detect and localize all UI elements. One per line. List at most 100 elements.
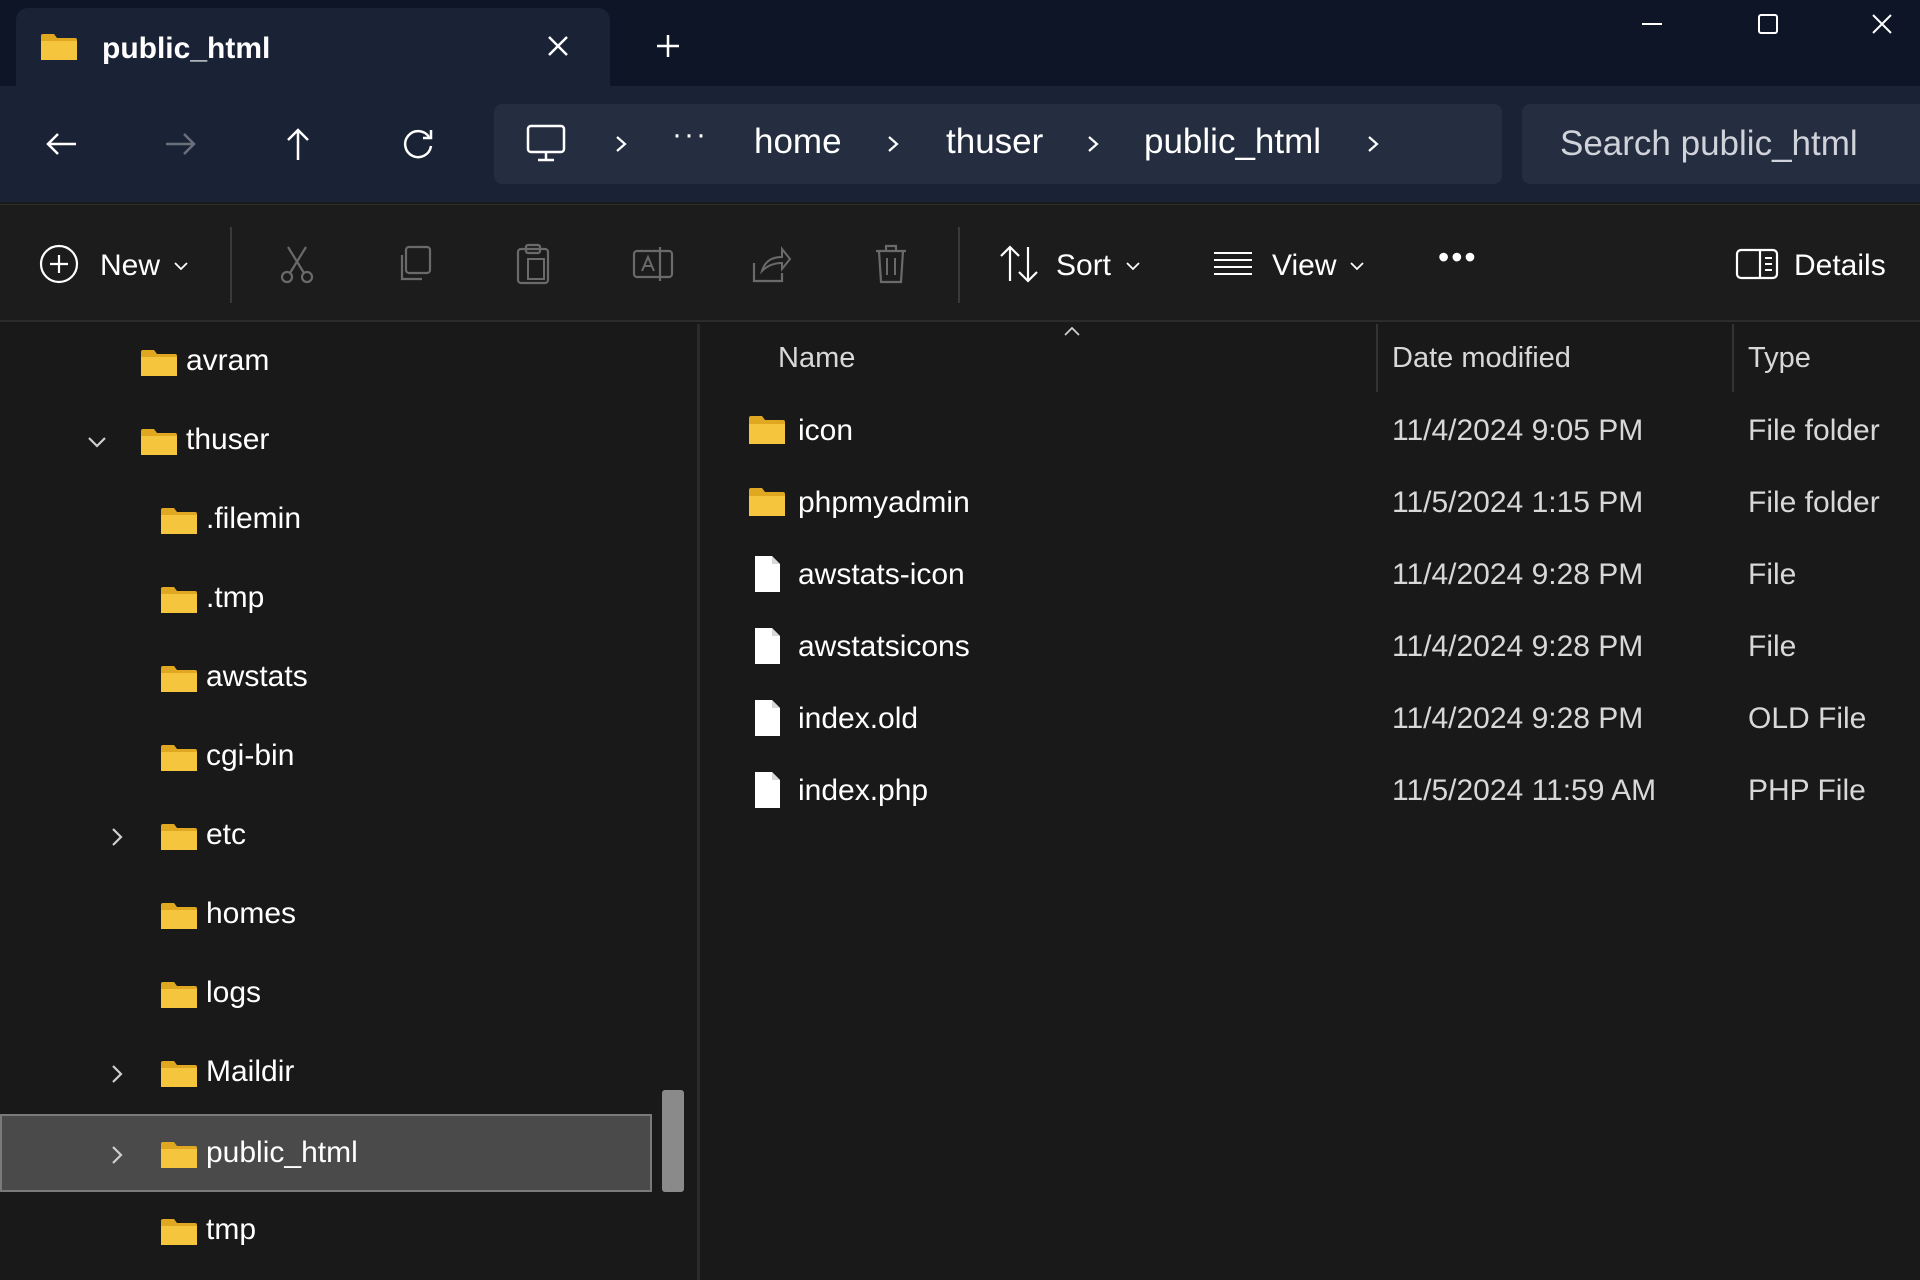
tree-item-label: cgi-bin	[206, 739, 295, 772]
file-row-index-php[interactable]: index.php 11/5/2024 11:59 AM PHP File	[704, 756, 1920, 828]
chevron-right-icon[interactable]	[106, 1144, 128, 1166]
chevron-right-icon[interactable]	[878, 128, 908, 160]
share-icon[interactable]	[748, 241, 794, 287]
view-list-icon[interactable]	[1210, 241, 1256, 287]
file-icon	[755, 700, 780, 736]
search-box[interactable]: Search public_html	[1522, 104, 1920, 184]
file-date: 11/4/2024 9:28 PM	[1392, 630, 1644, 663]
tree-item-label: avram	[186, 344, 270, 377]
column-header-date[interactable]: Date modified	[1392, 342, 1571, 375]
tree-item-maildir[interactable]: Maildir	[0, 1035, 652, 1113]
minimize-icon[interactable]	[1622, 8, 1682, 48]
breadcrumb-home[interactable]: home	[754, 122, 842, 162]
folder-icon	[161, 508, 197, 534]
file-type: File folder	[1748, 486, 1880, 519]
plus-circle-icon[interactable]	[36, 241, 82, 287]
tree-item-cgi-bin[interactable]: cgi-bin	[0, 719, 652, 797]
copy-icon[interactable]	[392, 241, 438, 287]
file-row-awstats-icon[interactable]: awstats-icon 11/4/2024 9:28 PM File	[704, 540, 1920, 612]
window-close-icon[interactable]	[1852, 8, 1912, 48]
arrow-left-icon	[46, 133, 76, 155]
file-icon	[755, 772, 780, 808]
details-pane-icon[interactable]	[1734, 241, 1780, 287]
arrow-up-icon	[287, 128, 309, 160]
tree-item-etc[interactable]: etc	[0, 798, 652, 876]
forward-button[interactable]	[152, 116, 208, 172]
close-tab-icon[interactable]	[538, 26, 578, 66]
breadcrumb-thuser[interactable]: thuser	[946, 122, 1043, 162]
chevron-right-icon[interactable]	[106, 1063, 128, 1085]
file-name: awstatsicons	[798, 630, 970, 663]
chevron-down-icon[interactable]	[172, 259, 190, 273]
file-row-icon[interactable]: icon 11/4/2024 9:05 PM File folder	[704, 396, 1920, 468]
up-button[interactable]	[270, 116, 326, 172]
file-row-phpmyadmin[interactable]: phpmyadmin 11/5/2024 1:15 PM File folder	[704, 468, 1920, 540]
tree-item-tmp[interactable]: tmp	[0, 1193, 652, 1271]
address-bar[interactable]: ··· home thuser public_html	[494, 104, 1502, 184]
column-divider[interactable]	[1732, 324, 1734, 392]
folder-icon	[161, 1061, 197, 1087]
navigation-pane: avram thuser .filemin .tmp awstats cgi-b…	[0, 324, 700, 1280]
folder-icon	[161, 1142, 197, 1168]
back-button[interactable]	[34, 116, 90, 172]
tree-item-label: awstats	[206, 660, 308, 693]
file-type: OLD File	[1748, 702, 1867, 735]
column-divider[interactable]	[1376, 324, 1378, 392]
rename-icon[interactable]	[630, 241, 676, 287]
column-header-type[interactable]: Type	[1748, 342, 1811, 375]
folder-icon	[161, 745, 197, 771]
folder-icon	[749, 488, 785, 516]
file-icon	[755, 556, 780, 592]
search-placeholder: Search public_html	[1560, 124, 1858, 163]
new-button[interactable]: New	[100, 249, 160, 283]
tab-public-html[interactable]: public_html	[16, 8, 610, 94]
tree-item-homes[interactable]: homes	[0, 877, 652, 955]
file-name: icon	[798, 414, 854, 447]
tree-item-tmp-hidden[interactable]: .tmp	[0, 561, 652, 639]
sidebar-scrollbar-thumb[interactable]	[662, 1090, 684, 1192]
tree-item-logs[interactable]: logs	[0, 956, 652, 1034]
file-row-index-old[interactable]: index.old 11/4/2024 9:28 PM OLD File	[704, 684, 1920, 756]
sort-icon[interactable]	[996, 241, 1042, 287]
folder-icon	[161, 587, 197, 613]
file-list: Name Date modified Type icon 11/4/2024 9…	[704, 324, 1920, 1280]
delete-icon[interactable]	[868, 241, 914, 287]
file-row-awstatsicons[interactable]: awstatsicons 11/4/2024 9:28 PM File	[704, 612, 1920, 684]
tree-item-label: Maildir	[206, 1055, 295, 1088]
maximize-icon[interactable]	[1738, 8, 1798, 48]
refresh-button[interactable]	[390, 116, 446, 172]
folder-icon	[141, 350, 177, 376]
cut-icon[interactable]	[274, 241, 320, 287]
chevron-down-icon[interactable]	[86, 431, 108, 453]
chevron-down-icon[interactable]	[1348, 259, 1366, 273]
chevron-right-icon[interactable]	[1358, 128, 1388, 160]
details-button[interactable]: Details	[1794, 249, 1886, 283]
view-button[interactable]: View	[1272, 249, 1336, 283]
more-options-button[interactable]: •••	[1438, 239, 1478, 276]
tree-item-thuser[interactable]: thuser	[0, 403, 652, 481]
column-header-name[interactable]: Name	[778, 342, 855, 375]
tree-item-avram[interactable]: avram	[0, 324, 652, 402]
breadcrumb-public-html[interactable]: public_html	[1144, 122, 1321, 162]
new-tab-icon[interactable]	[648, 26, 688, 66]
refresh-icon	[403, 129, 433, 159]
folder-icon	[41, 34, 77, 60]
sort-button[interactable]: Sort	[1056, 249, 1111, 283]
breadcrumb-overflow[interactable]: ···	[672, 118, 708, 152]
chevron-right-icon[interactable]	[606, 128, 636, 160]
arrow-right-icon	[166, 133, 196, 155]
file-date: 11/5/2024 11:59 AM	[1392, 774, 1657, 807]
title-bar: public_html	[0, 0, 1920, 94]
chevron-down-icon[interactable]	[1124, 259, 1142, 273]
chevron-right-icon[interactable]	[1078, 128, 1108, 160]
file-name: index.php	[798, 774, 929, 807]
folder-icon	[749, 416, 785, 444]
tree-item-awstats[interactable]: awstats	[0, 640, 652, 718]
chevron-right-icon[interactable]	[106, 826, 128, 848]
tree-item-public-html[interactable]: public_html	[0, 1114, 652, 1192]
folder-icon	[161, 1219, 197, 1245]
tree-item-filemin[interactable]: .filemin	[0, 482, 652, 560]
file-date: 11/4/2024 9:28 PM	[1392, 558, 1644, 591]
computer-icon	[526, 124, 566, 162]
paste-icon[interactable]	[510, 241, 556, 287]
